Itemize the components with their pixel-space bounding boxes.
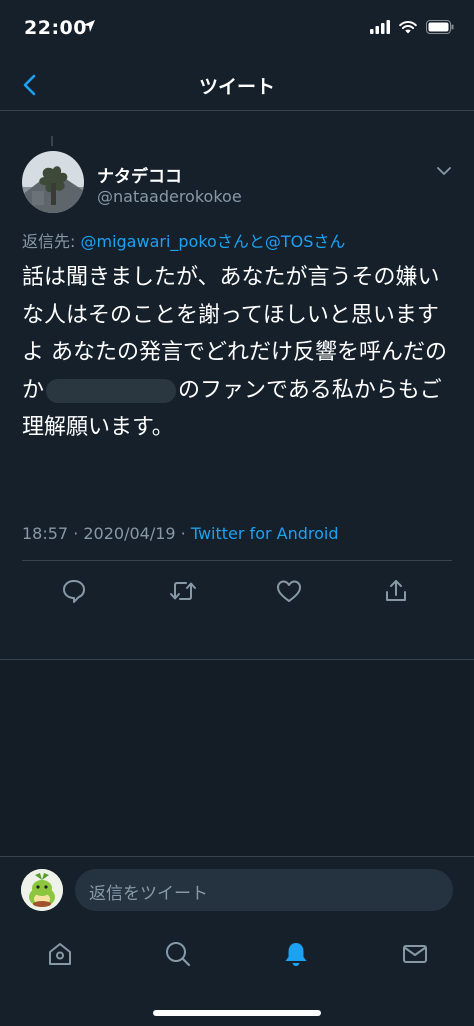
reply-input-placeholder: 返信をツイート (89, 884, 208, 904)
action-divider (22, 560, 452, 561)
user-avatar[interactable] (21, 869, 63, 911)
retweet-icon (170, 582, 196, 600)
page-title: ツイート (198, 76, 275, 98)
tweet-source-link[interactable]: Twitter for Android (191, 524, 339, 543)
reply-button[interactable] (56, 573, 92, 609)
mail-icon (403, 945, 427, 963)
status-indicators (370, 20, 454, 34)
tab-notifications[interactable] (276, 934, 316, 974)
tab-search[interactable] (158, 934, 198, 974)
tweet-body: 話は聞きましたが、あなたが言うその嫌いな人はそのことを謝ってほしいと思いますよ … (22, 259, 454, 447)
redacted-text (46, 378, 177, 403)
bell-icon (285, 943, 307, 966)
reply-bar: 返信をツイート (0, 856, 474, 921)
share-icon (386, 580, 406, 601)
tweet-detail: ナタデココ @nataaderokokoe 返信先: @migawari_pok… (0, 111, 474, 660)
retweet-button[interactable] (165, 573, 201, 609)
status-time: 22:00 (24, 17, 87, 39)
reply-mention-migawari[interactable]: @migawari_poko (80, 232, 216, 251)
chevron-down-icon[interactable] (436, 165, 452, 177)
author-avatar[interactable] (22, 151, 84, 213)
share-button[interactable] (378, 573, 414, 609)
avatar-image (22, 151, 84, 213)
thread-line (51, 136, 53, 146)
reply-joiner: さんと (216, 232, 265, 251)
status-bar: 22:00 (0, 0, 474, 60)
wifi-icon (399, 21, 417, 34)
nav-bar: ツイート (0, 60, 474, 111)
home-indicator (153, 1010, 321, 1016)
signal-icon (370, 20, 390, 34)
tab-messages[interactable] (395, 934, 435, 974)
reply-suffix: さん (313, 232, 346, 251)
reply-mention-tos[interactable]: @TOS (265, 232, 314, 251)
reply-to-line: 返信先: @migawari_pokoさんと@TOSさん (22, 228, 345, 252)
avatar-image (21, 869, 63, 911)
tab-home[interactable] (40, 934, 80, 974)
location-arrow-icon (83, 20, 95, 32)
author-handle[interactable]: @nataaderokokoe (97, 187, 242, 206)
battery-icon (426, 20, 454, 34)
reply-to-prefix: 返信先: (22, 232, 81, 251)
tweet-timestamp: 18:57 · 2020/04/19 · (22, 524, 191, 543)
tab-bar (0, 920, 474, 1026)
reply-icon (63, 580, 85, 603)
heart-icon (277, 580, 301, 602)
search-icon (166, 942, 191, 967)
like-button[interactable] (271, 573, 307, 609)
reply-input[interactable]: 返信をツイート (75, 869, 453, 911)
home-icon (49, 943, 71, 965)
tweet-meta: 18:57 · 2020/04/19 · Twitter for Android (22, 524, 339, 543)
author-display-name[interactable]: ナタデココ (97, 162, 182, 187)
